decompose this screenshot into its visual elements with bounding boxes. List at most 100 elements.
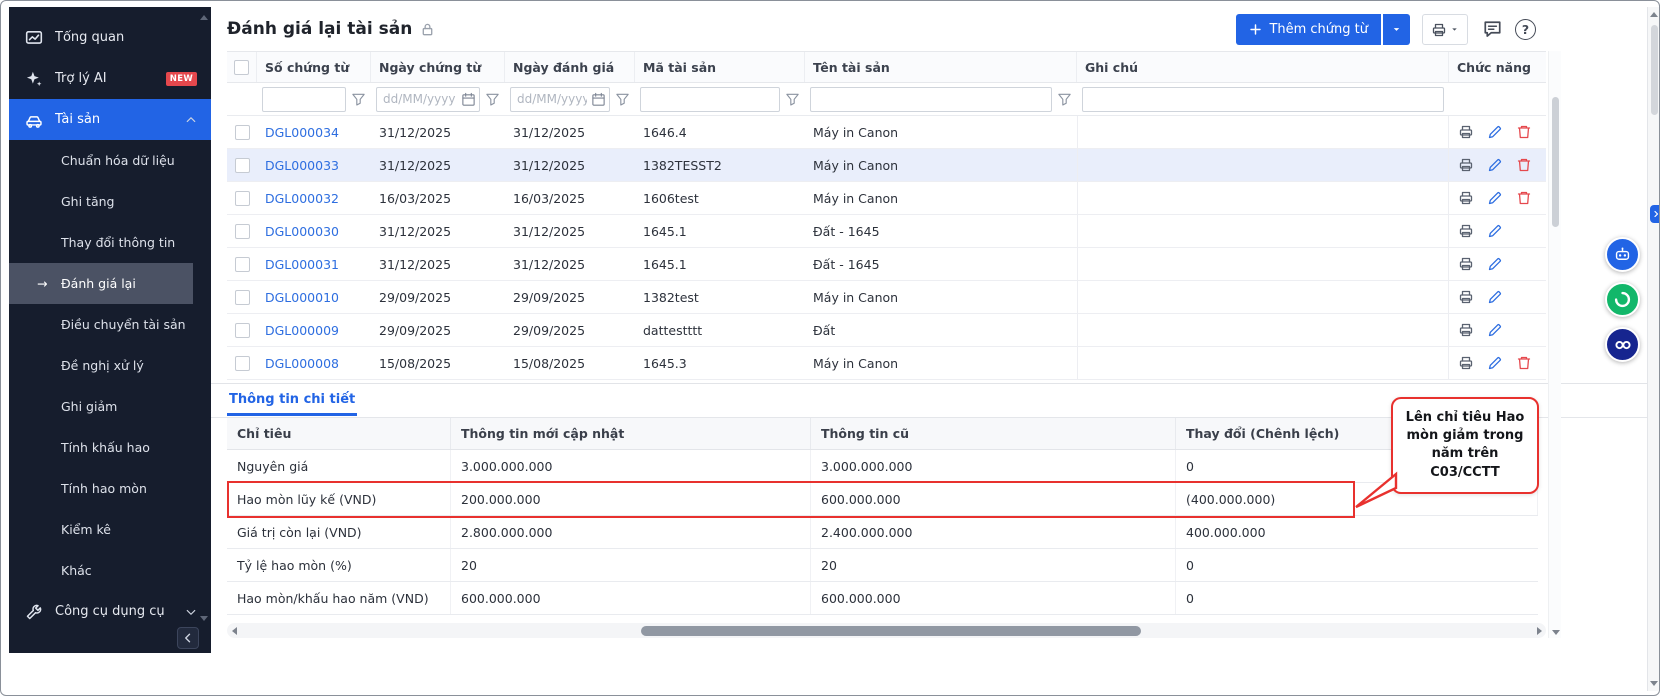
page-vertical-scroll-thumb[interactable]: [1651, 25, 1658, 115]
delete-row-icon[interactable]: [1516, 190, 1532, 206]
grid-scroll-down-icon[interactable]: [1552, 630, 1560, 635]
filter-funnel-icon[interactable]: [485, 92, 500, 107]
sidebar-item-tro-ly-ai[interactable]: Trợ lý AI NEW: [9, 58, 211, 99]
sidebar-item-danh-gia-lai[interactable]: → Đánh giá lại: [9, 263, 193, 304]
floating-support-button[interactable]: [1605, 282, 1640, 317]
scroll-right-icon[interactable]: [1532, 623, 1546, 638]
sidebar-item-cong-cu-dung-cu[interactable]: Công cụ dụng cụ: [9, 591, 211, 632]
edit-row-icon[interactable]: [1487, 157, 1503, 173]
horizontal-scroll-thumb[interactable]: [641, 626, 1141, 636]
document-link[interactable]: DGL000034: [265, 125, 339, 140]
sidebar-item-kiem-ke[interactable]: Kiểm kê: [9, 509, 211, 550]
column-header-so-chung-tu[interactable]: Số chứng từ: [257, 52, 371, 82]
table-row[interactable]: DGL000034 31/12/2025 31/12/2025 1646.4 M…: [227, 116, 1546, 149]
edit-row-icon[interactable]: [1487, 256, 1503, 272]
table-row[interactable]: DGL000032 16/03/2025 16/03/2025 1606test…: [227, 182, 1546, 215]
page-scroll-up-icon[interactable]: [1650, 12, 1658, 17]
column-header-ngay-chung-tu[interactable]: Ngày chứng từ: [371, 52, 505, 82]
table-row[interactable]: DGL000009 29/09/2025 29/09/2025 dattestt…: [227, 314, 1546, 347]
sidebar-item-de-nghi-xu-ly[interactable]: Đề nghị xử lý: [9, 345, 211, 386]
edit-row-icon[interactable]: [1487, 322, 1503, 338]
add-document-dropdown-button[interactable]: [1383, 14, 1410, 45]
filter-funnel-icon[interactable]: [785, 92, 800, 107]
print-row-icon[interactable]: [1458, 223, 1474, 239]
table-row[interactable]: DGL000030 31/12/2025 31/12/2025 1645.1 Đ…: [227, 215, 1546, 248]
filter-so-chung-tu-input[interactable]: [262, 87, 346, 112]
select-all-checkbox[interactable]: [234, 60, 249, 75]
row-checkbox[interactable]: [235, 257, 250, 272]
sidebar-item-tai-san[interactable]: Tài sản: [9, 99, 211, 140]
row-checkbox[interactable]: [235, 323, 250, 338]
edge-expand-tab[interactable]: [1650, 205, 1660, 223]
cell-ngay-danh-gia: 31/12/2025: [505, 224, 635, 239]
help-button[interactable]: ?: [1515, 19, 1536, 40]
sidebar-item-tinh-khau-hao[interactable]: Tính khấu hao: [9, 427, 211, 468]
column-header-ghi-chu[interactable]: Ghi chú: [1077, 52, 1449, 82]
delete-row-icon[interactable]: [1516, 355, 1532, 371]
add-document-button[interactable]: Thêm chứng từ: [1236, 14, 1381, 45]
calendar-icon[interactable]: [461, 92, 476, 107]
sidebar-scroll-down-icon[interactable]: [200, 616, 208, 621]
collapse-sidebar-button[interactable]: [177, 627, 199, 649]
floating-ai-assistant-button[interactable]: [1605, 237, 1640, 272]
document-link[interactable]: DGL000032: [265, 191, 339, 206]
column-header-ngay-danh-gia[interactable]: Ngày đánh giá: [505, 52, 635, 82]
page-scroll-down-icon[interactable]: [1650, 681, 1658, 686]
table-row[interactable]: DGL000008 15/08/2025 15/08/2025 1645.3 M…: [227, 347, 1546, 380]
sidebar-item-chuan-hoa-du-lieu[interactable]: Chuẩn hóa dữ liệu: [9, 140, 211, 181]
filter-funnel-icon[interactable]: [615, 92, 630, 107]
filter-funnel-icon[interactable]: [1057, 92, 1072, 107]
row-checkbox[interactable]: [235, 224, 250, 239]
filter-ma-tai-san-input[interactable]: [640, 87, 780, 112]
document-link[interactable]: DGL000008: [265, 356, 339, 371]
filter-ten-tai-san-input[interactable]: [810, 87, 1052, 112]
table-row[interactable]: DGL000010 29/09/2025 29/09/2025 1382test…: [227, 281, 1546, 314]
calendar-icon[interactable]: [591, 92, 606, 107]
floating-brand-button[interactable]: [1605, 327, 1640, 362]
tab-thong-tin-chi-tiet[interactable]: Thông tin chi tiết: [227, 384, 357, 416]
scroll-left-icon[interactable]: [227, 623, 241, 638]
sidebar-item-tinh-hao-mon[interactable]: Tính hao mòn: [9, 468, 211, 509]
edit-row-icon[interactable]: [1487, 289, 1503, 305]
print-row-icon[interactable]: [1458, 322, 1474, 338]
document-link[interactable]: DGL000030: [265, 224, 339, 239]
sidebar-item-tong-quan[interactable]: Tổng quan: [9, 17, 211, 58]
document-link[interactable]: DGL000009: [265, 323, 339, 338]
edit-row-icon[interactable]: [1487, 190, 1503, 206]
document-link[interactable]: DGL000031: [265, 257, 339, 272]
filter-ghi-chu-input[interactable]: [1082, 87, 1444, 112]
row-checkbox[interactable]: [235, 290, 250, 305]
grid-vertical-scroll-thumb[interactable]: [1552, 97, 1559, 227]
feedback-chat-icon[interactable]: [1482, 19, 1503, 40]
print-row-icon[interactable]: [1458, 256, 1474, 272]
column-header-ma-tai-san[interactable]: Mã tài sản: [635, 52, 805, 82]
print-row-icon[interactable]: [1458, 124, 1474, 140]
delete-row-icon[interactable]: [1516, 124, 1532, 140]
sidebar-scroll-up-icon[interactable]: [200, 15, 208, 20]
sidebar-item-khac[interactable]: Khác: [9, 550, 211, 591]
sidebar-item-ghi-giam[interactable]: Ghi giảm: [9, 386, 211, 427]
row-checkbox[interactable]: [235, 158, 250, 173]
table-row[interactable]: DGL000031 31/12/2025 31/12/2025 1645.1 Đ…: [227, 248, 1546, 281]
sidebar-item-ghi-tang[interactable]: Ghi tăng: [9, 181, 211, 222]
print-row-icon[interactable]: [1458, 157, 1474, 173]
delete-row-icon[interactable]: [1516, 157, 1532, 173]
print-row-icon[interactable]: [1458, 190, 1474, 206]
horizontal-scroll-rail[interactable]: [241, 623, 1532, 638]
edit-row-icon[interactable]: [1487, 223, 1503, 239]
document-link[interactable]: DGL000010: [265, 290, 339, 305]
print-button[interactable]: [1422, 14, 1468, 45]
column-header-ten-tai-san[interactable]: Tên tài sản: [805, 52, 1077, 82]
row-checkbox[interactable]: [235, 125, 250, 140]
edit-row-icon[interactable]: [1487, 124, 1503, 140]
sidebar-item-thay-doi-thong-tin[interactable]: Thay đổi thông tin: [9, 222, 211, 263]
print-row-icon[interactable]: [1458, 355, 1474, 371]
filter-funnel-icon[interactable]: [351, 92, 366, 107]
print-row-icon[interactable]: [1458, 289, 1474, 305]
sidebar-item-dieu-chuyen-tai-san[interactable]: Điều chuyển tài sản: [9, 304, 211, 345]
row-checkbox[interactable]: [235, 356, 250, 371]
edit-row-icon[interactable]: [1487, 355, 1503, 371]
row-checkbox[interactable]: [235, 191, 250, 206]
table-row[interactable]: DGL000033 31/12/2025 31/12/2025 1382TESS…: [227, 149, 1546, 182]
document-link[interactable]: DGL000033: [265, 158, 339, 173]
